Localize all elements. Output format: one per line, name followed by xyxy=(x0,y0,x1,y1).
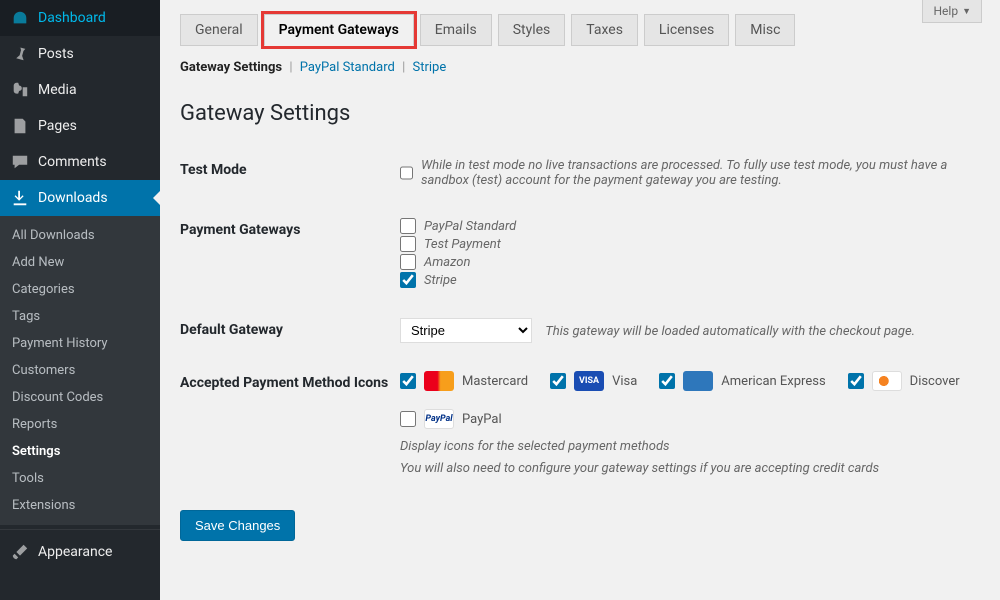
settings-tabs: GeneralPayment GatewaysEmailsStylesTaxes… xyxy=(180,14,980,46)
american-express-icon xyxy=(683,371,713,391)
tab-taxes[interactable]: Taxes xyxy=(571,14,638,46)
icon-option-paypal: PayPal PayPal xyxy=(400,409,502,429)
settings-subnav: Gateway Settings | PayPal Standard | Str… xyxy=(180,60,980,75)
submenu-item-settings[interactable]: Settings xyxy=(0,438,160,465)
tab-emails[interactable]: Emails xyxy=(420,14,492,46)
mastercard-icon xyxy=(424,371,454,391)
label-payment-icons: Accepted Payment Method Icons xyxy=(180,371,400,391)
gateway-option-paypal-standard: PayPal Standard xyxy=(400,218,980,234)
tab-payment-gateways[interactable]: Payment Gateways xyxy=(264,14,414,46)
gateway-option-stripe: Stripe xyxy=(400,272,980,288)
subnav-link-paypal[interactable]: PayPal Standard xyxy=(300,60,395,75)
submenu-item-discount-codes[interactable]: Discount Codes xyxy=(0,384,160,411)
menu-label: Pages xyxy=(38,118,77,134)
icon-checkbox[interactable] xyxy=(550,373,566,389)
icon-checkbox[interactable] xyxy=(400,373,416,389)
visa-icon: VISA xyxy=(574,371,604,391)
tab-misc[interactable]: Misc xyxy=(735,14,795,46)
icon-option-discover: Discover xyxy=(848,371,960,391)
gateway-checkbox[interactable] xyxy=(400,254,416,270)
tab-styles[interactable]: Styles xyxy=(498,14,566,46)
tab-licenses[interactable]: Licenses xyxy=(644,14,729,46)
submenu-item-categories[interactable]: Categories xyxy=(0,276,160,303)
menu-item-pages[interactable]: Pages xyxy=(0,108,160,144)
row-payment-icons: Accepted Payment Method Icons Mastercard… xyxy=(180,357,980,492)
icon-label: Mastercard xyxy=(462,374,528,389)
submenu-item-extensions[interactable]: Extensions xyxy=(0,492,160,519)
row-gateways: Payment Gateways PayPal Standard Test Pay… xyxy=(180,204,980,304)
label-default-gateway: Default Gateway xyxy=(180,318,400,338)
gateway-label: Stripe xyxy=(424,273,457,288)
gateway-checkbox[interactable] xyxy=(400,236,416,252)
icon-option-visa: VISA Visa xyxy=(550,371,637,391)
menu-item-downloads[interactable]: Downloads xyxy=(0,180,160,216)
help-tab[interactable]: Help ▼ xyxy=(922,0,982,23)
icon-label: American Express xyxy=(721,374,825,389)
test-mode-checkbox[interactable] xyxy=(400,165,413,181)
gateway-option-amazon: Amazon xyxy=(400,254,980,270)
menu-label: Downloads xyxy=(38,190,108,206)
menu-item-comments[interactable]: Comments xyxy=(0,144,160,180)
comment-icon xyxy=(10,152,30,172)
pages-icon xyxy=(10,116,30,136)
menu-label: Posts xyxy=(38,46,74,62)
gateway-label: Test Payment xyxy=(424,237,501,252)
icon-option-american-express: American Express xyxy=(659,371,825,391)
icon-label: Visa xyxy=(612,374,637,389)
submenu-item-reports[interactable]: Reports xyxy=(0,411,160,438)
submenu-item-tags[interactable]: Tags xyxy=(0,303,160,330)
tab-general[interactable]: General xyxy=(180,14,258,46)
menu-item-posts[interactable]: Posts xyxy=(0,36,160,72)
menu-label: Comments xyxy=(38,154,107,170)
subnav-link-stripe[interactable]: Stripe xyxy=(412,60,446,75)
submenu-item-add-new[interactable]: Add New xyxy=(0,249,160,276)
admin-sidebar: Dashboard Posts Media Pages Comments Download… xyxy=(0,0,160,600)
pin-icon xyxy=(10,44,30,64)
help-label: Help xyxy=(933,4,958,18)
download-icon xyxy=(10,188,30,208)
icon-checkbox[interactable] xyxy=(848,373,864,389)
row-default-gateway: Default Gateway StripePayPal StandardTes… xyxy=(180,304,980,357)
icon-label: Discover xyxy=(910,374,960,389)
submenu-item-payment-history[interactable]: Payment History xyxy=(0,330,160,357)
submenu-item-all-downloads[interactable]: All Downloads xyxy=(0,222,160,249)
submenu-item-tools[interactable]: Tools xyxy=(0,465,160,492)
icon-checkbox[interactable] xyxy=(659,373,675,389)
subnav-current: Gateway Settings xyxy=(180,60,282,75)
test-mode-note: While in test mode no live transactions … xyxy=(421,158,980,188)
submenu-item-customers[interactable]: Customers xyxy=(0,357,160,384)
test-mode-field: While in test mode no live transactions … xyxy=(400,158,980,188)
menu-item-media[interactable]: Media xyxy=(0,72,160,108)
icons-note-1: Display icons for the selected payment m… xyxy=(400,437,980,457)
menu-label: Appearance xyxy=(38,544,112,560)
icon-checkbox[interactable] xyxy=(400,411,416,427)
submenu: All DownloadsAdd NewCategoriesTagsPaymen… xyxy=(0,216,160,525)
menu-item-appearance[interactable]: Appearance xyxy=(0,534,160,570)
menu-label: Dashboard xyxy=(38,10,106,26)
brush-icon xyxy=(10,542,30,562)
section-title: Gateway Settings xyxy=(180,101,980,126)
label-test-mode: Test Mode xyxy=(180,158,400,178)
gateway-option-test-payment: Test Payment xyxy=(400,236,980,252)
paypal-icon: PayPal xyxy=(424,409,454,429)
icon-label: PayPal xyxy=(462,412,502,427)
save-button[interactable]: Save Changes xyxy=(180,510,295,541)
row-test-mode: Test Mode While in test mode no live tra… xyxy=(180,144,980,204)
default-gateway-select[interactable]: StripePayPal StandardTest PaymentAmazon xyxy=(400,318,532,343)
menu-item-dashboard[interactable]: Dashboard xyxy=(0,0,160,36)
gateway-checkbox[interactable] xyxy=(400,218,416,234)
menu-label: Media xyxy=(38,82,77,98)
caret-down-icon: ▼ xyxy=(962,6,971,17)
label-gateways: Payment Gateways xyxy=(180,218,400,238)
icons-note-2: You will also need to configure your gat… xyxy=(400,459,980,479)
icon-option-mastercard: Mastercard xyxy=(400,371,528,391)
media-icon xyxy=(10,80,30,100)
discover-icon xyxy=(872,371,902,391)
gateway-checkbox[interactable] xyxy=(400,272,416,288)
gateway-label: PayPal Standard xyxy=(424,219,516,234)
main-content: Help ▼ GeneralPayment GatewaysEmailsStyl… xyxy=(160,0,1000,600)
default-gateway-note: This gateway will be loaded automaticall… xyxy=(545,324,915,339)
gateway-label: Amazon xyxy=(424,255,470,270)
dash-icon xyxy=(10,8,30,28)
